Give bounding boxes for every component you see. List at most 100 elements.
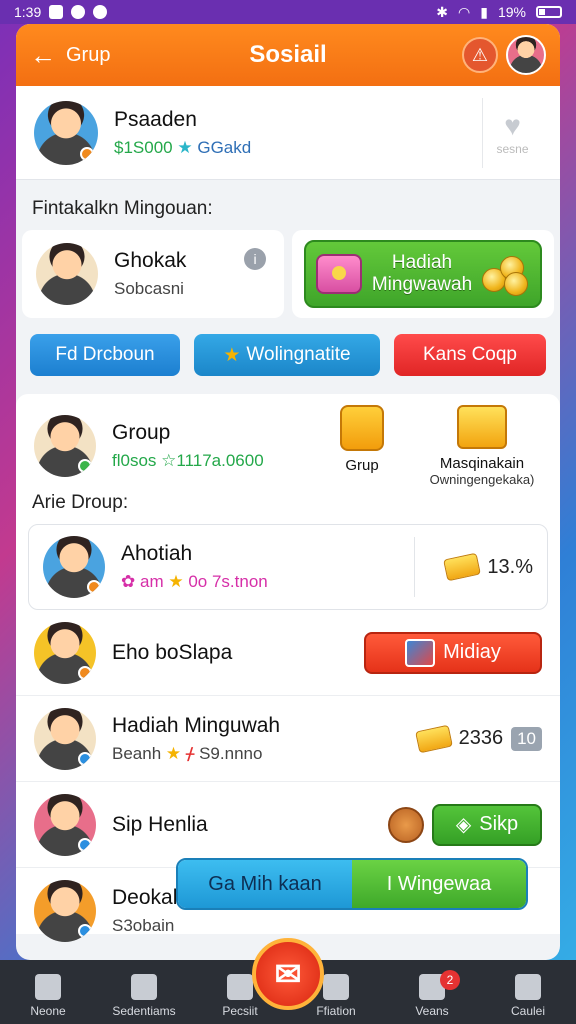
list-avatar [34, 880, 96, 942]
group-panel: Group fl0sos ☆1117a.0600 Grup Masqinakai… [16, 394, 560, 942]
nav-label: Veans [415, 1004, 449, 1018]
weekly-user-card[interactable]: Ghokak Sobcasni i [22, 230, 284, 318]
group-summary-row[interactable]: Group fl0sos ☆1117a.0600 Grup Masqinakai… [16, 400, 560, 492]
profile-amount: $1S000 [114, 137, 173, 157]
tab-label: Fd Drcboun [55, 344, 155, 365]
nav-profile[interactable]: Caulei [480, 974, 576, 1024]
cta-right-label: I Wingewaa [386, 872, 492, 895]
cookie-icon [388, 806, 424, 843]
bottom-cta: Ga Mih kaan I Wingewaa [176, 858, 528, 910]
list-name: Sip Henlia [112, 812, 208, 836]
app-icon [93, 5, 108, 19]
nav-inbox[interactable]: 2 Veans [384, 970, 480, 1024]
star-icon: ★ [165, 743, 182, 763]
status-dot [80, 146, 94, 161]
heart-icon: ♥ [504, 109, 521, 141]
battery-percent: 19% [497, 4, 526, 20]
coin-box-icon [340, 405, 384, 451]
battery-icon [536, 6, 562, 18]
list-item[interactable]: Ahotiah ✿ am ★ 0o 7s.tnon 13.% [28, 524, 548, 610]
list-sub-b: 0o 7s.tnon [188, 572, 268, 591]
skip-button-label: Sikp [479, 813, 519, 835]
nav-home[interactable]: Neone [0, 974, 96, 1024]
favorite-label: sesne [496, 141, 529, 156]
tab-group[interactable]: Kans Coqp [394, 334, 546, 376]
group-shortcut-label: Grup [345, 457, 379, 474]
nav-label: Ffiation [316, 1004, 356, 1018]
profile-name: Psaaden [114, 107, 197, 131]
online-dot [78, 459, 92, 473]
nav-label: Sedentiams [112, 1004, 176, 1018]
star-icon: ★ [177, 137, 193, 157]
treasure-chest-icon [316, 254, 362, 294]
coins-icon [482, 252, 530, 296]
group-avatar [34, 415, 96, 477]
heart-sparkle-icon: ✿ [121, 572, 136, 591]
nav-activity[interactable]: Sedentiams [96, 974, 192, 1024]
messenger-icon [71, 5, 86, 19]
divider [414, 537, 416, 597]
nav-label: Pecsiit [222, 1004, 258, 1018]
status-bar: 1:39 ✱ ◠ ▮ 19% [0, 0, 576, 24]
group-stats: fl0sos ☆1117a.0600 [112, 451, 264, 470]
list-item[interactable]: Sip Henlia ◈ Sikp [16, 782, 560, 868]
profile-row[interactable]: Psaaden $1S000 ★ GGakd ♥ sesne [16, 86, 560, 180]
list-item[interactable]: Hadiah Minguwah Beanh ★ ᚋ S9.nnno 2336 1… [16, 696, 560, 782]
list-avatar [34, 707, 96, 770]
group-name: Group [112, 421, 171, 444]
envelope-icon: ✉ [274, 956, 302, 992]
list-item[interactable]: Eho boSlapa Midiay [16, 610, 560, 696]
tab-favorites[interactable]: ★ Wolingnatite [194, 334, 380, 376]
weekly-section-label: Fintakalkn Mingouan: [32, 198, 213, 219]
weekly-user-name: Ghokak [114, 249, 187, 272]
checklist-icon [131, 974, 157, 1000]
main-card: ← Grup Sosiail ⚠ Psaaden $1S000 ★ GGakd … [16, 24, 560, 960]
star-icon: ★ [168, 572, 184, 591]
paint-icon [405, 638, 436, 667]
cta-left-button[interactable]: Ga Mih kaan [178, 860, 352, 908]
media-button[interactable]: Midiay [364, 631, 542, 674]
weekly-reward-button[interactable]: Hadiah Mingwawah [304, 240, 542, 308]
person-icon [515, 974, 541, 1000]
list-value: 2336 [458, 727, 504, 749]
group-shortcut[interactable]: Grup [302, 405, 422, 487]
weekly-user-avatar [36, 243, 98, 305]
tab-dashboard[interactable]: Fd Drcboun [30, 334, 180, 376]
center-mail-button[interactable]: ✉ [252, 938, 324, 1010]
chest-shortcut-sub: Owningengekaka) [429, 472, 535, 487]
chest-shortcut[interactable]: Masqinakain Owningengekaka) [422, 405, 542, 487]
cta-left-label: Ga Mih kaan [208, 872, 322, 895]
weekly-reward-card: Hadiah Mingwawah [292, 230, 554, 318]
list-sub-a: Beanh [112, 743, 162, 763]
user-avatar[interactable] [506, 35, 546, 75]
gear-icon [323, 974, 349, 1000]
wifi-icon: ◠ [458, 3, 471, 20]
nav-label: Neone [30, 1004, 66, 1018]
top-header: ← Grup Sosiail ⚠ [16, 24, 560, 86]
signal-wave-icon [227, 974, 253, 1000]
cube-icon: ◈ [455, 814, 472, 836]
gold-bar-icon [414, 724, 453, 753]
profile-avatar [34, 100, 98, 165]
home-icon [35, 974, 61, 1000]
profile-badge: GGakd [197, 137, 252, 157]
cta-right-button[interactable]: I Wingewaa [352, 860, 526, 908]
info-icon[interactable]: i [244, 248, 266, 270]
status-dot [78, 924, 92, 938]
notification-bell-button[interactable]: ⚠ [462, 37, 498, 73]
skip-button[interactable]: ◈ Sikp [432, 803, 542, 846]
favorite-button[interactable]: ♥ sesne [482, 97, 542, 168]
list-value: 13.% [487, 555, 533, 578]
tab-label: Wolingnatite [246, 344, 351, 365]
list-name: Hadiah Minguwah [112, 713, 281, 737]
fire-icon: ᚋ [185, 743, 195, 763]
nav-badge: 2 [440, 970, 460, 990]
nav-label: Caulei [510, 1004, 546, 1018]
back-arrow-icon: ← [30, 39, 56, 70]
tab-buttons: Fd Drcboun ★ Wolingnatite Kans Coqp [16, 318, 560, 386]
status-dot [78, 837, 92, 852]
media-button-label: Midiay [443, 641, 501, 663]
gift-chest-icon [457, 405, 507, 449]
list-section-label: Arie Droup: [32, 492, 129, 513]
back-button[interactable]: ← Grup [30, 40, 110, 71]
